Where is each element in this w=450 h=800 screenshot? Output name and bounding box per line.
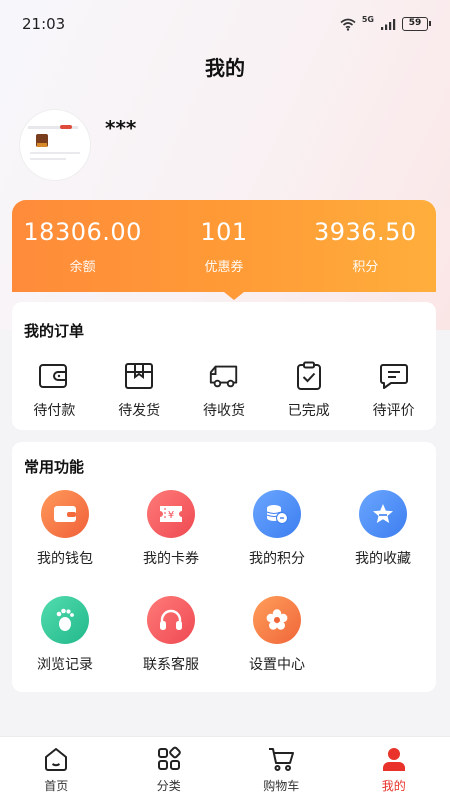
battery-icon: 59: [402, 17, 431, 31]
asset-card: 18306.00 余额 101 优惠券 3936.50 积分: [12, 200, 436, 300]
order-label: 待发货: [118, 403, 161, 419]
comment-icon: [378, 360, 410, 392]
footprint-icon: [41, 596, 89, 644]
status-indicators: 5G 59: [340, 15, 431, 31]
home-icon: [45, 748, 68, 771]
user-icon: [382, 748, 405, 771]
tab-cart[interactable]: 购物车: [225, 737, 338, 800]
functions-title: 常用功能: [24, 458, 85, 476]
orders-title: 我的订单: [24, 322, 85, 340]
asset-card-notch: [224, 292, 244, 300]
tab-bar: 首页 分类 购物车 我的: [0, 736, 450, 800]
cart-icon: [269, 748, 295, 771]
order-pending-shipment[interactable]: 待发货: [97, 360, 182, 420]
order-completed[interactable]: 已完成: [266, 360, 351, 420]
tab-label: 购物车: [263, 779, 300, 793]
status-bar: 21:03 5G 59: [0, 0, 450, 48]
avatar-thumbnail-line: [30, 158, 66, 160]
asset-balance[interactable]: 18306.00 余额: [12, 218, 153, 275]
avatar-thumbnail-line: [30, 152, 80, 154]
signal-icon: [381, 18, 396, 30]
asset-points[interactable]: 3936.50 积分: [295, 218, 436, 275]
orders-row: 待付款 待发货 待收货 已完成 待评价: [12, 360, 436, 420]
wallet-icon: [41, 490, 89, 538]
flower-gear-icon: [253, 596, 301, 644]
wifi-icon: [340, 18, 356, 31]
func-label: 我的收藏: [355, 551, 411, 567]
func-settings[interactable]: 设置中心: [224, 596, 330, 674]
coupon-icon: ¥: [147, 490, 195, 538]
asset-label: 积分: [352, 259, 379, 275]
func-my-wallet[interactable]: 我的钱包: [12, 490, 118, 568]
status-time: 21:03: [22, 15, 66, 33]
battery-level: 59: [408, 18, 422, 28]
func-my-favorites[interactable]: 我的收藏: [330, 490, 436, 568]
func-label: 我的卡券: [143, 551, 199, 567]
truck-icon: [208, 360, 240, 392]
order-label: 已完成: [287, 403, 330, 419]
user-name[interactable]: ***: [105, 116, 136, 140]
functions-card: 常用功能 我的钱包 ¥ 我的卡券 我的积分 我的收藏 浏览记录 联系客服 设置中…: [12, 442, 436, 692]
order-label: 待付款: [33, 403, 76, 419]
order-pending-receipt[interactable]: 待收货: [182, 360, 267, 420]
order-pending-review[interactable]: 待评价: [351, 360, 436, 420]
asset-value: 101: [200, 217, 248, 246]
headset-icon: [147, 596, 195, 644]
page-title: 我的: [205, 56, 245, 80]
tab-category[interactable]: 分类: [113, 737, 226, 800]
orders-card: 我的订单 待付款 待发货 待收货 已完成 待评价: [12, 302, 436, 430]
functions-grid: 我的钱包 ¥ 我的卡券 我的积分 我的收藏 浏览记录 联系客服 设置中心: [12, 490, 436, 674]
avatar[interactable]: [20, 110, 90, 180]
func-label: 联系客服: [143, 657, 199, 673]
tab-label: 我的: [381, 779, 406, 793]
func-label: 设置中心: [249, 657, 305, 673]
func-my-coupons[interactable]: ¥ 我的卡券: [118, 490, 224, 568]
order-label: 待收货: [202, 403, 245, 419]
package-icon: [123, 360, 155, 392]
func-browse-history[interactable]: 浏览记录: [12, 596, 118, 674]
order-pending-payment[interactable]: 待付款: [12, 360, 97, 420]
tab-label: 分类: [156, 779, 181, 793]
asset-label: 余额: [69, 259, 96, 275]
tab-label: 首页: [44, 779, 69, 793]
func-label: 我的钱包: [37, 551, 93, 567]
avatar-thumbnail-image-base: [37, 143, 47, 147]
star-icon: [359, 490, 407, 538]
tab-mine[interactable]: 我的: [338, 737, 450, 800]
asset-value: 3936.50: [313, 217, 417, 246]
network-type: 5G: [361, 15, 374, 24]
func-my-points[interactable]: 我的积分: [224, 490, 330, 568]
asset-value: 18306.00: [23, 217, 142, 246]
category-icon: [157, 746, 181, 770]
avatar-thumbnail-accent: [60, 125, 72, 129]
wallet-icon: [38, 360, 70, 392]
clipboard-check-icon: [293, 360, 325, 392]
func-label: 浏览记录: [37, 657, 93, 673]
order-label: 待评价: [372, 403, 415, 419]
svg-text:¥: ¥: [168, 510, 174, 521]
func-customer-service[interactable]: 联系客服: [118, 596, 224, 674]
asset-coupons[interactable]: 101 优惠券: [153, 218, 294, 275]
asset-label: 优惠券: [204, 259, 244, 275]
func-label: 我的积分: [249, 551, 305, 567]
coins-icon: [253, 490, 301, 538]
tab-home[interactable]: 首页: [0, 737, 113, 800]
